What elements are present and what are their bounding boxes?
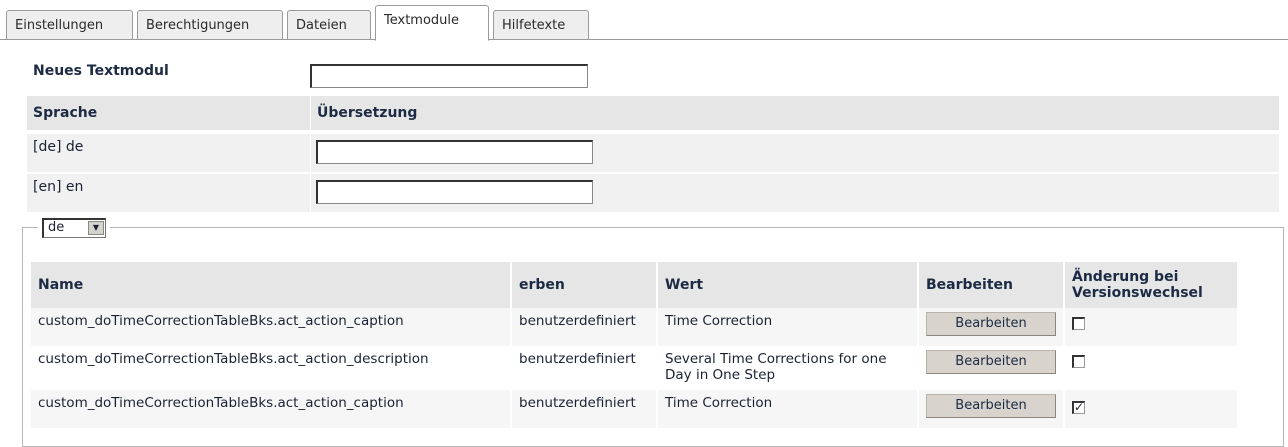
tab-textmodule[interactable]: Textmodule (375, 5, 489, 41)
table-row: custom_doTimeCorrectionTableBks.act_acti… (31, 308, 1239, 346)
checkbox-cell: ✓ (1064, 390, 1239, 428)
row-name: custom_doTimeCorrectionTableBks.act_acti… (31, 308, 512, 346)
checkbox-cell (1064, 308, 1239, 346)
language-select-value: de (48, 220, 65, 235)
version-change-checkbox[interactable] (1072, 355, 1085, 368)
column-header-name: Name (31, 262, 512, 308)
version-change-checkbox[interactable]: ✓ (1072, 401, 1085, 414)
language-label-de: [de] de (33, 139, 84, 155)
translation-column-header: Übersetzung (310, 96, 417, 130)
translation-input-de[interactable] (316, 140, 593, 164)
language-column-header: Sprache (33, 105, 98, 121)
column-header-version-change: Änderung bei Versionswechsel (1064, 262, 1239, 308)
table-row: custom_doTimeCorrectionTableBks.act_acti… (31, 390, 1239, 428)
row-inherit: benutzerdefiniert (511, 390, 658, 428)
tab-einstellungen[interactable]: Einstellungen (6, 10, 133, 40)
row-inherit: benutzerdefiniert (511, 346, 658, 390)
tab-hilfetexte[interactable]: Hilfetexte (493, 10, 589, 40)
edit-button[interactable]: Bearbeiten (926, 312, 1056, 336)
column-separator (310, 174, 311, 212)
new-textmodule-label: Neues Textmodul (33, 63, 169, 79)
tab-berechtigungen[interactable]: Berechtigungen (137, 10, 283, 40)
row-value: Several Time Corrections for one Day in … (657, 346, 919, 390)
tab-dateien[interactable]: Dateien (287, 10, 371, 40)
edit-button[interactable]: Bearbeiten (926, 350, 1056, 374)
textmodule-table: Name erben Wert Bearbeiten Änderung bei … (31, 262, 1239, 428)
table-row: custom_doTimeCorrectionTableBks.act_acti… (31, 346, 1239, 390)
translation-input-en[interactable] (316, 180, 593, 204)
edit-cell: Bearbeiten (918, 308, 1065, 346)
language-row-de: [de] de (27, 134, 1279, 172)
column-separator (310, 134, 311, 172)
language-select[interactable]: de ▼ (42, 218, 106, 238)
language-table-header: Sprache Übersetzung (27, 96, 1279, 130)
new-textmodule-row: Neues Textmodul (27, 58, 1279, 92)
checkbox-cell (1064, 346, 1239, 390)
column-header-value: Wert (657, 262, 919, 308)
edit-cell: Bearbeiten (918, 346, 1065, 390)
dropdown-arrow-icon[interactable]: ▼ (88, 221, 104, 235)
column-header-edit: Bearbeiten (918, 262, 1065, 308)
version-change-checkbox[interactable] (1072, 317, 1085, 330)
column-header-inherit: erben (511, 262, 658, 308)
language-row-en: [en] en (27, 174, 1279, 212)
edit-button[interactable]: Bearbeiten (926, 394, 1056, 418)
fieldset-legend: de ▼ (38, 218, 110, 240)
tab-bar: Einstellungen Berechtigungen Dateien Tex… (0, 0, 1288, 41)
row-value: Time Correction (657, 308, 919, 346)
edit-cell: Bearbeiten (918, 390, 1065, 428)
row-name: custom_doTimeCorrectionTableBks.act_acti… (31, 390, 512, 428)
new-textmodule-input[interactable] (310, 64, 588, 88)
row-inherit: benutzerdefiniert (511, 308, 658, 346)
language-label-en: [en] en (33, 179, 84, 195)
row-name: custom_doTimeCorrectionTableBks.act_acti… (31, 346, 512, 390)
row-value: Time Correction (657, 390, 919, 428)
